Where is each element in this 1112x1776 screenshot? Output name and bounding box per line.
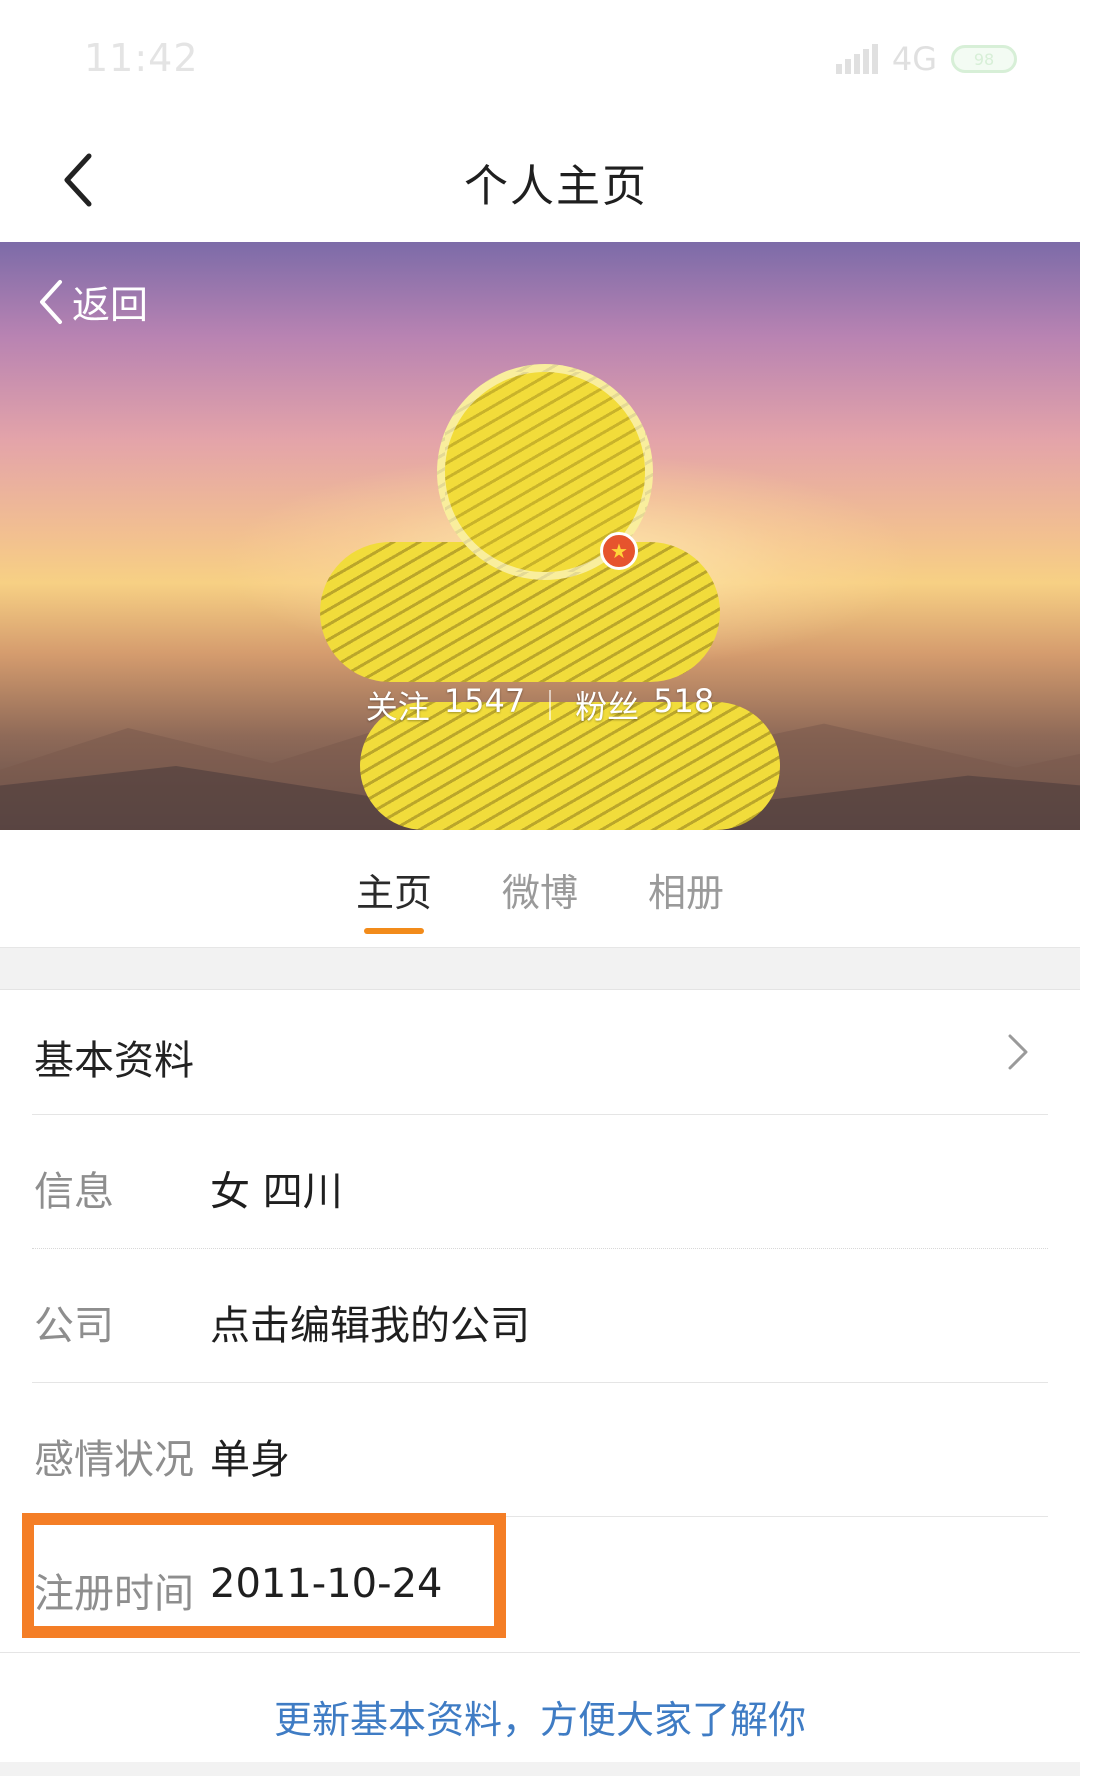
status-indicators: 4G 98	[835, 40, 1017, 78]
tab-label: 相册	[648, 871, 725, 915]
follow-stat[interactable]: 关注 1547	[366, 682, 525, 728]
update-profile-link[interactable]: 更新基本资料，方便大家了解你	[0, 1652, 1080, 1770]
chevron-left-icon	[40, 279, 62, 324]
battery-level: 98	[973, 49, 995, 69]
profile-banner: 返回 ★ 关注 1547 粉丝 518	[0, 242, 1080, 830]
profile-stats: 关注 1547 粉丝 518	[0, 682, 1080, 728]
banner-back-label: 返回	[72, 283, 149, 327]
tab-weibo[interactable]: 微博	[502, 830, 578, 947]
fans-count: 518	[653, 682, 715, 720]
verified-badge-icon: ★	[600, 532, 638, 570]
chevron-right-icon	[1008, 1034, 1028, 1070]
row-label: 公司	[34, 1303, 114, 1349]
company-row[interactable]: 公司 点击编辑我的公司	[32, 1248, 1048, 1382]
basic-info-header[interactable]: 基本资料	[0, 990, 1080, 1114]
tab-label: 主页	[355, 871, 432, 915]
follow-count: 1547	[443, 682, 526, 720]
info-row: 信息 女 四川	[32, 1114, 1048, 1248]
tab-label: 微博	[501, 871, 578, 915]
follow-label: 关注	[365, 688, 430, 726]
status-time: 11:42	[84, 36, 199, 80]
nav-bar: 个人主页	[0, 120, 1112, 242]
battery-icon: 98	[951, 45, 1017, 73]
row-label: 信息	[34, 1169, 114, 1215]
profile-tabs: 主页 微博 相册	[0, 830, 1080, 948]
relationship-row: 感情状况 单身	[32, 1382, 1048, 1516]
row-value: 点击编辑我的公司	[210, 1303, 530, 1349]
signal-icon	[835, 44, 878, 74]
section-title: 基本资料	[34, 1038, 194, 1084]
page-title: 个人主页	[464, 161, 648, 212]
fans-label: 粉丝	[575, 688, 640, 726]
row-value: 女 四川	[210, 1169, 343, 1215]
section-spacer	[0, 948, 1080, 990]
stats-divider	[549, 690, 552, 720]
section-spacer	[0, 1762, 1080, 1776]
network-type: 4G	[891, 40, 937, 78]
fans-stat[interactable]: 粉丝 518	[575, 682, 714, 728]
tab-album[interactable]: 相册	[648, 830, 724, 947]
status-bar: 11:42 4G 98	[0, 0, 1112, 120]
banner-back-button[interactable]: 返回	[38, 274, 148, 329]
row-value: 单身	[210, 1437, 290, 1483]
row-label: 感情状况	[34, 1437, 194, 1483]
active-tab-indicator	[363, 928, 424, 934]
tab-home[interactable]: 主页	[356, 830, 432, 947]
highlight-box	[22, 1513, 506, 1638]
